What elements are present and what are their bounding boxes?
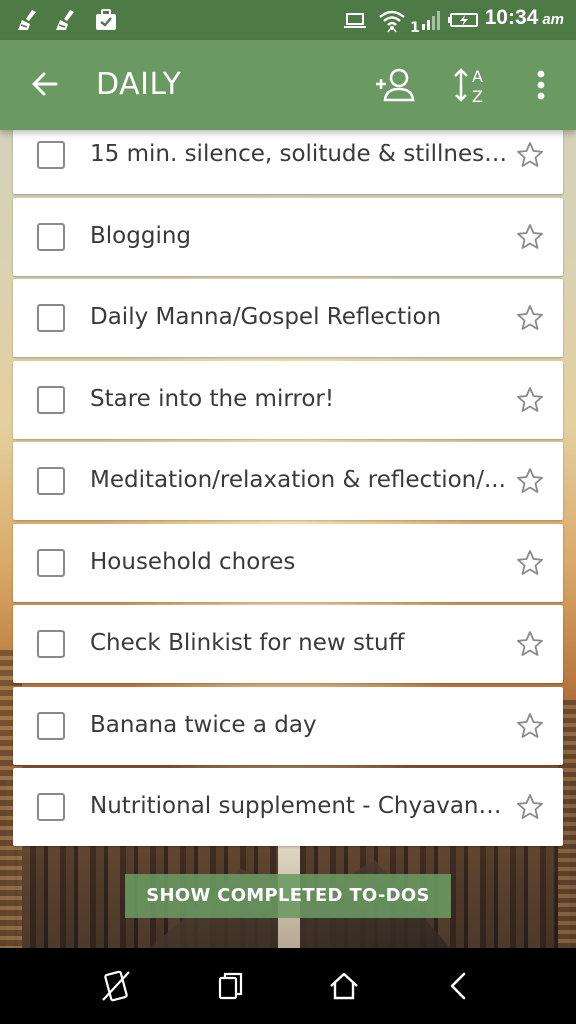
more-options-button[interactable] — [518, 62, 564, 108]
laptop-icon — [343, 8, 367, 38]
signal-label: 1 — [410, 20, 420, 36]
task-checkbox[interactable] — [37, 548, 65, 577]
time-text: 10:34 — [484, 6, 539, 29]
task-checkbox[interactable] — [37, 793, 65, 821]
more-vert-icon — [518, 70, 564, 112]
navigation-bar — [0, 948, 576, 1024]
task-item[interactable]: Nutritional supplement - Chyavanp... — [13, 768, 563, 846]
briefcase-check-icon — [94, 8, 118, 38]
task-list: 15 min. silence, solitude & stillness...… — [13, 116, 563, 850]
task-label[interactable]: Stare into the mirror! — [90, 381, 508, 417]
task-label[interactable]: Banana twice a day — [90, 707, 508, 743]
task-item[interactable]: Daily Manna/Gospel Reflection — [13, 279, 563, 357]
star-icon[interactable] — [515, 548, 545, 578]
task-checkbox[interactable] — [37, 385, 65, 414]
task-item[interactable]: Household chores — [13, 523, 563, 602]
page-title: DAILY — [96, 67, 182, 102]
app-bar: DAILY AZ — [0, 40, 576, 130]
star-icon[interactable] — [515, 385, 545, 415]
task-checkbox[interactable] — [37, 141, 65, 169]
svg-text:Z: Z — [472, 87, 483, 106]
star-icon[interactable] — [515, 140, 545, 170]
recent-apps-icon — [212, 972, 248, 1008]
task-checkbox[interactable] — [37, 304, 65, 332]
task-checkbox[interactable] — [37, 222, 65, 251]
nav-back-button[interactable] — [442, 968, 478, 1004]
star-icon[interactable] — [515, 711, 545, 741]
signal-icon — [420, 8, 444, 38]
task-item[interactable]: Banana twice a day — [13, 686, 563, 765]
sort-az-icon: AZ — [450, 67, 496, 112]
recent-apps-button[interactable] — [212, 968, 248, 1004]
task-checkbox[interactable] — [37, 467, 65, 495]
star-icon[interactable] — [515, 792, 545, 822]
home-button[interactable] — [326, 968, 362, 1004]
task-label[interactable]: Blogging — [90, 218, 508, 254]
screenshot-button[interactable] — [98, 968, 134, 1004]
broom-icon — [16, 8, 42, 38]
status-bar: 1 10:34 am — [0, 0, 576, 40]
share-list-button[interactable] — [372, 62, 418, 108]
task-label[interactable]: Household chores — [90, 544, 508, 580]
ampm-text: am — [542, 11, 564, 28]
task-label[interactable]: Check Blinkist for new stuff — [90, 625, 508, 661]
sort-button[interactable]: AZ — [450, 62, 496, 108]
arrow-back-icon — [24, 72, 68, 110]
task-checkbox[interactable] — [37, 711, 65, 740]
task-item[interactable]: Blogging — [13, 197, 563, 276]
star-icon[interactable] — [515, 222, 545, 252]
wifi-icon — [378, 8, 406, 40]
task-item[interactable]: Meditation/relaxation & reflection/... — [13, 442, 563, 520]
task-label[interactable]: Daily Manna/Gospel Reflection — [90, 299, 508, 335]
task-label[interactable]: Nutritional supplement - Chyavanp... — [90, 788, 508, 824]
add-person-icon — [372, 68, 418, 112]
screenshot-off-icon — [98, 970, 134, 1008]
task-item[interactable]: Check Blinkist for new stuff — [13, 605, 563, 683]
task-label[interactable]: 15 min. silence, solitude & stillness... — [90, 136, 508, 172]
star-icon[interactable] — [515, 303, 545, 333]
back-icon — [442, 972, 478, 1008]
battery-icon — [448, 8, 480, 38]
back-button[interactable] — [24, 62, 68, 106]
task-checkbox[interactable] — [37, 630, 65, 658]
task-label[interactable]: Meditation/relaxation & reflection/... — [90, 462, 508, 498]
status-time: 10:34 am — [485, 6, 564, 30]
broom-icon — [54, 8, 80, 38]
star-icon[interactable] — [515, 629, 545, 659]
show-completed-button[interactable]: SHOW COMPLETED TO-DOS — [125, 874, 451, 918]
home-icon — [326, 972, 362, 1008]
svg-text:A: A — [472, 67, 483, 86]
star-icon[interactable] — [515, 466, 545, 496]
task-item[interactable]: Stare into the mirror! — [13, 360, 563, 439]
